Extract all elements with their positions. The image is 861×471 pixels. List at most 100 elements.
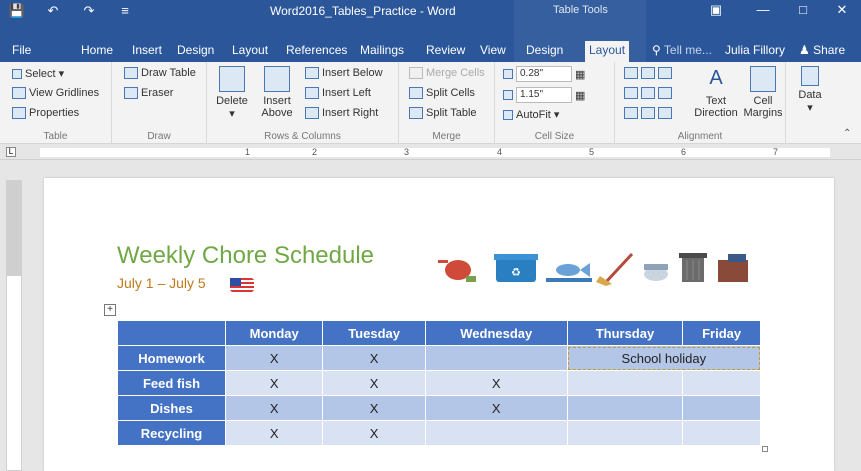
table-cell[interactable]: X: [224, 370, 324, 396]
select-button[interactable]: Select ▾: [12, 67, 64, 80]
svg-text:♻: ♻: [511, 266, 521, 279]
row-header-cell[interactable]: Feed fish: [117, 370, 226, 396]
table-move-handle-icon[interactable]: +: [104, 304, 116, 316]
row-header-cell[interactable]: Homework: [117, 345, 226, 371]
autofit-button[interactable]: AutoFit ▾: [503, 108, 559, 121]
eraser-button[interactable]: Eraser: [124, 87, 173, 99]
align-middle-center-icon[interactable]: [641, 87, 655, 99]
table-cell[interactable]: X: [322, 395, 426, 421]
split-table-button[interactable]: Split Table: [409, 107, 477, 119]
maximize-button[interactable]: □: [793, 2, 813, 20]
data-button[interactable]: Data ▾: [792, 66, 828, 114]
save-icon[interactable]: 💾: [8, 3, 26, 19]
delete-button[interactable]: Delete ▾: [215, 66, 249, 120]
header-cell-friday[interactable]: Friday: [682, 320, 761, 346]
cell-margins-button[interactable]: Cell Margins: [743, 66, 783, 119]
tab-table-design[interactable]: Design: [522, 41, 567, 62]
distribute-rows-icon[interactable]: ▦: [575, 68, 585, 81]
collapse-ribbon-icon[interactable]: ⌃: [843, 128, 851, 139]
horizontal-ruler[interactable]: L 1 2 3 4 5 6 7: [0, 144, 861, 160]
distribute-columns-icon[interactable]: ▦: [575, 89, 585, 102]
table-cell[interactable]: [682, 395, 761, 421]
group-table: Select ▾ View Gridlines Properties Table: [0, 62, 112, 144]
user-name[interactable]: Julia Fillory: [725, 43, 785, 57]
table-cell[interactable]: [424, 345, 568, 371]
text-direction-button[interactable]: A Text Direction: [693, 66, 739, 119]
table-cell[interactable]: X: [322, 345, 426, 371]
ruler-number: 3: [404, 147, 410, 157]
table-cell[interactable]: [566, 420, 684, 446]
ribbon-display-options-icon[interactable]: ▣: [706, 2, 726, 20]
align-top-center-icon[interactable]: [641, 67, 655, 79]
table-cell[interactable]: X: [224, 420, 324, 446]
row-header-cell[interactable]: Recycling: [117, 420, 226, 446]
tab-layout[interactable]: Layout: [228, 41, 272, 62]
merge-cells-button[interactable]: Merge Cells: [409, 67, 485, 79]
table-cell[interactable]: X: [224, 395, 324, 421]
group-label-table: Table: [43, 131, 68, 142]
align-bottom-center-icon[interactable]: [641, 107, 655, 119]
split-cells-button[interactable]: Split Cells: [409, 87, 475, 99]
insert-below-button[interactable]: Insert Below: [305, 67, 383, 79]
header-cell-monday[interactable]: Monday: [224, 320, 324, 346]
insert-left-button[interactable]: Insert Left: [305, 87, 371, 99]
table-cell[interactable]: [682, 420, 761, 446]
table-cell[interactable]: [682, 370, 761, 396]
tab-insert[interactable]: Insert: [128, 41, 166, 62]
header-cell-wednesday[interactable]: Wednesday: [424, 320, 568, 346]
properties-button[interactable]: Properties: [12, 107, 79, 119]
tab-table-layout[interactable]: Layout: [585, 41, 630, 62]
align-bottom-row: [624, 107, 672, 119]
header-cell-blank[interactable]: [117, 320, 226, 346]
table-cell[interactable]: X: [224, 345, 324, 371]
lightbulb-icon: ⚲: [652, 43, 661, 57]
table-cell[interactable]: X: [424, 395, 568, 421]
tab-design[interactable]: Design: [173, 41, 218, 62]
tab-mailings[interactable]: Mailings: [356, 41, 408, 62]
insert-right-button[interactable]: Insert Right: [305, 107, 378, 119]
document-page[interactable]: Weekly Chore Schedule July 1 – July 5 ♻ …: [44, 178, 834, 471]
merged-cell-school-holiday[interactable]: School holiday: [566, 345, 762, 371]
table-cell[interactable]: [424, 420, 568, 446]
header-cell-thursday[interactable]: Thursday: [566, 320, 684, 346]
redo-icon[interactable]: ↷: [80, 3, 98, 19]
properties-icon: [12, 107, 26, 119]
table-cell[interactable]: X: [322, 370, 426, 396]
view-gridlines-button[interactable]: View Gridlines: [12, 87, 99, 99]
align-top-left-icon[interactable]: [624, 67, 638, 79]
align-middle-left-icon[interactable]: [624, 87, 638, 99]
tell-me-box[interactable]: ⚲ Tell me...: [652, 43, 712, 57]
tab-home[interactable]: Home: [77, 41, 117, 62]
insert-above-button[interactable]: Insert Above: [255, 66, 299, 119]
tab-view[interactable]: View: [476, 41, 510, 62]
close-button[interactable]: ✕: [832, 2, 852, 20]
align-bottom-right-icon[interactable]: [658, 107, 672, 119]
share-button[interactable]: ♟ Share: [799, 43, 845, 57]
table-cell[interactable]: X: [322, 420, 426, 446]
row-header-cell[interactable]: Dishes: [117, 395, 226, 421]
minimize-button[interactable]: —: [753, 2, 773, 20]
row-height-input[interactable]: 0.28": [516, 66, 572, 82]
vertical-ruler[interactable]: [6, 180, 22, 471]
table-cell[interactable]: X: [424, 370, 568, 396]
document-subheading[interactable]: July 1 – July 5: [117, 275, 206, 291]
align-bottom-left-icon[interactable]: [624, 107, 638, 119]
tab-selector-icon[interactable]: L: [6, 147, 16, 157]
customize-qat-icon[interactable]: ≡: [116, 3, 134, 19]
header-cell-tuesday[interactable]: Tuesday: [322, 320, 426, 346]
table-row: Dishes X X X: [117, 395, 761, 421]
column-width-input[interactable]: 1.15": [516, 87, 572, 103]
align-middle-right-icon[interactable]: [658, 87, 672, 99]
table-cell[interactable]: [566, 370, 684, 396]
draw-table-button[interactable]: Draw Table: [124, 67, 196, 79]
ruler-number: 7: [773, 147, 779, 157]
tab-references[interactable]: References: [282, 41, 351, 62]
undo-icon[interactable]: ↶: [44, 3, 62, 19]
tab-review[interactable]: Review: [422, 41, 469, 62]
align-top-right-icon[interactable]: [658, 67, 672, 79]
chore-table[interactable]: Monday Tuesday Wednesday Thursday Friday…: [117, 320, 762, 446]
table-resize-handle[interactable]: [762, 446, 768, 452]
tab-file[interactable]: File: [8, 41, 35, 62]
table-cell[interactable]: [566, 395, 684, 421]
document-heading[interactable]: Weekly Chore Schedule: [117, 242, 374, 270]
